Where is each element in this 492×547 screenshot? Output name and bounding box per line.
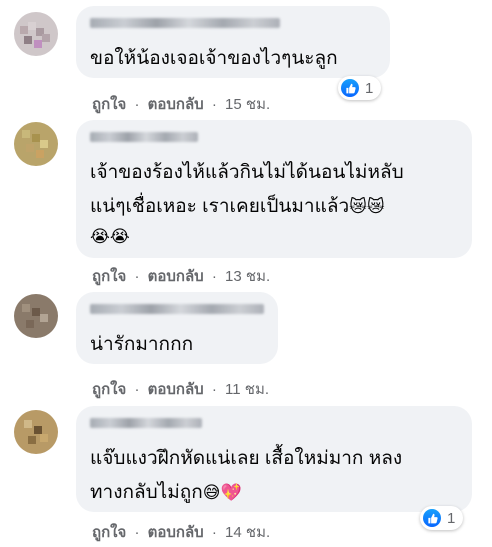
separator: · [211, 96, 217, 113]
reaction-count: 1 [447, 509, 456, 527]
sweat-smile-heart-emoji: 😅💖 [202, 483, 242, 503]
reaction-summary[interactable]: 1 [338, 76, 382, 100]
timestamp[interactable]: 15 ชม. [225, 96, 270, 113]
comment-actions: ถูกใจ · ตอบกลับ · 14 ชม. [92, 520, 270, 544]
comment-bubble: เจ้าของร้องไห้แล้วกินไม่ได้นอนไม่หลับ แน… [76, 120, 472, 258]
comment-text: ทางกลับไม่ถูก😅💖 [90, 482, 242, 503]
avatar[interactable] [14, 12, 58, 56]
timestamp[interactable]: 14 ชม. [225, 524, 270, 541]
reaction-count: 1 [365, 79, 374, 97]
separator: · [211, 268, 217, 285]
comment-bubble: แจ๊บแงวฝึกหัดแน่เลย เสื้อใหม่มาก หลง ทาง… [76, 406, 472, 512]
comment-text: ขอให้น้องเจอเจ้าของไวๆนะลูก [90, 48, 338, 69]
reply-link[interactable]: ตอบกลับ [148, 524, 204, 541]
commenter-name-blurred[interactable] [90, 18, 280, 28]
separator: · [134, 96, 140, 113]
separator: · [211, 524, 217, 541]
like-link[interactable]: ถูกใจ [92, 381, 126, 398]
comment-bubble: ขอให้น้องเจอเจ้าของไวๆนะลูก [76, 6, 390, 78]
comment-text: แจ๊บแงวฝึกหัดแน่เลย เสื้อใหม่มาก หลง [90, 448, 403, 469]
timestamp[interactable]: 13 ชม. [225, 268, 270, 285]
separator: · [211, 381, 217, 398]
like-thumb-icon [341, 79, 359, 97]
separator: · [134, 381, 140, 398]
comment-actions: ถูกใจ · ตอบกลับ · 13 ชม. [92, 264, 270, 288]
comment-actions: ถูกใจ · ตอบกลับ · 15 ชม. [92, 92, 270, 116]
reaction-summary[interactable]: 1 [420, 506, 464, 530]
reply-link[interactable]: ตอบกลับ [148, 268, 204, 285]
crying-cat-emoji: 😿😿 [349, 197, 385, 217]
like-link[interactable]: ถูกใจ [92, 524, 126, 541]
separator: · [134, 268, 140, 285]
reply-link[interactable]: ตอบกลับ [148, 96, 204, 113]
loudly-crying-emoji: 😭😭 [90, 227, 130, 247]
like-link[interactable]: ถูกใจ [92, 96, 126, 113]
comment-bubble: น่ารักมากกก [76, 292, 278, 364]
commenter-name-blurred[interactable] [90, 304, 264, 314]
avatar[interactable] [14, 294, 58, 338]
comment-text: เจ้าของร้องไห้แล้วกินไม่ได้นอนไม่หลับ [90, 162, 404, 183]
separator: · [134, 524, 140, 541]
comment-text: แน่ๆเชื่อเหอะ เราเคยเป็นมาแล้ว😿😿 [90, 196, 385, 217]
comment-text: น่ารักมากกก [90, 334, 194, 355]
timestamp[interactable]: 11 ชม. [225, 381, 269, 398]
avatar[interactable] [14, 122, 58, 166]
commenter-name-blurred[interactable] [90, 132, 198, 142]
reply-link[interactable]: ตอบกลับ [148, 381, 204, 398]
comment-actions: ถูกใจ · ตอบกลับ · 11 ชม. [92, 377, 269, 401]
commenter-name-blurred[interactable] [90, 418, 202, 428]
like-link[interactable]: ถูกใจ [92, 268, 126, 285]
avatar[interactable] [14, 410, 58, 454]
like-thumb-icon [423, 509, 441, 527]
